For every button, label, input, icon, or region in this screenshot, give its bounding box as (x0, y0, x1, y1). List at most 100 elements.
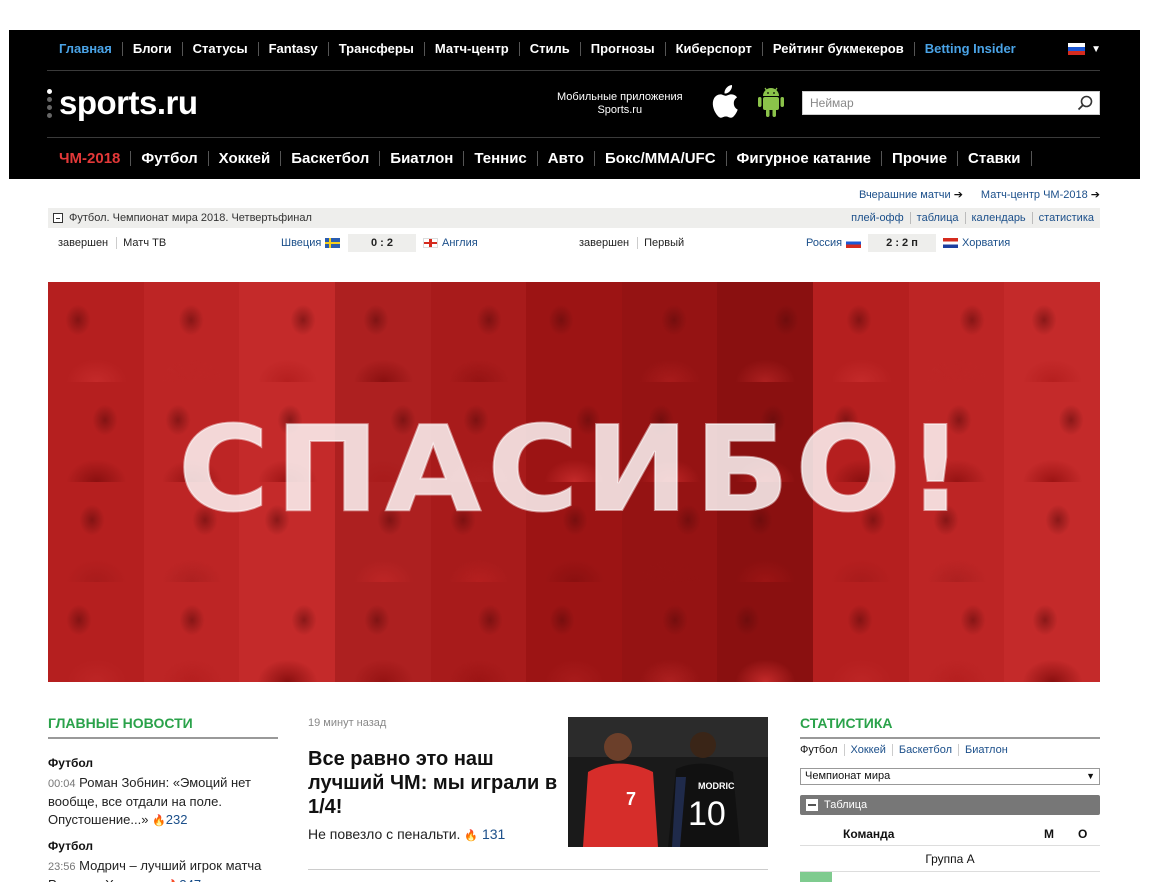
news-text-block: 23:56 Модрич – лучший игрок матча Россия… (48, 857, 278, 882)
home-team[interactable]: Россия (806, 237, 862, 249)
sport-nav-item-basketball[interactable]: Баскетбол (280, 151, 379, 166)
site-logo[interactable]: sports.ru (47, 84, 198, 122)
sport-nav-item-wc2018[interactable]: ЧМ-2018 (49, 151, 130, 166)
top-nav-item-style[interactable]: Стиль (518, 42, 580, 56)
collapse-icon[interactable] (53, 213, 63, 223)
top-nav-item-home[interactable]: Главная (49, 42, 122, 56)
top-nav-item-transfers[interactable]: Трансферы (327, 42, 424, 56)
tournament-title: Футбол. Чемпионат мира 2018. Четвертьфин… (69, 212, 312, 224)
match-status: завершен (58, 237, 118, 249)
banner-photo-tile (717, 582, 815, 682)
news-headline[interactable]: Модрич – лучший игрок матча Россия – Хор… (48, 858, 261, 882)
news-headline[interactable]: Роман Зобнин: «Эмоций нет вообще, все от… (48, 775, 251, 827)
sport-nav-item-figure-skating[interactable]: Фигурное катание (725, 151, 881, 166)
news-category: Футбол (48, 839, 94, 853)
away-team[interactable]: Хорватия (943, 237, 1010, 249)
search-icon[interactable] (1077, 95, 1093, 111)
banner-photo-tile (430, 282, 528, 382)
banner-photo-tile (48, 582, 145, 682)
logo-dots-icon (47, 88, 53, 118)
table-section-header[interactable]: Таблица (800, 795, 1100, 815)
match-row[interactable]: завершен Первый Россия 2 : 2 п Хорватия (579, 234, 1100, 252)
tournament-link-calendar[interactable]: календарь (964, 212, 1032, 224)
top-nav-item-bookmakers[interactable]: Рейтинг букмекеров (761, 42, 914, 56)
stats-tab-hockey[interactable]: Хоккей (843, 744, 892, 756)
match-score[interactable]: 0 : 2 (348, 234, 416, 252)
search-input[interactable] (803, 92, 1063, 114)
stats-tab-football[interactable]: Футбол (800, 744, 844, 756)
top-nav-item-blogs[interactable]: Блоги (121, 42, 182, 56)
tournament-select-value: Чемпионат мира (805, 770, 891, 782)
sport-nav-item-other[interactable]: Прочие (881, 151, 957, 166)
language-selector[interactable]: ▼ (1068, 43, 1101, 55)
banner-photo-tile (813, 282, 910, 382)
hero-banner[interactable]: СПАСИБО! (48, 282, 1100, 682)
top-nav: Главная Блоги Статусы Fantasy Трансферы … (49, 42, 1026, 56)
header-divider (47, 70, 1100, 71)
tournament-bar: Футбол. Чемпионат мира 2018. Четвертьфин… (48, 208, 1100, 228)
quick-links: Вчерашние матчи ➔ Матч-центр ЧМ-2018 ➔ (859, 188, 1100, 201)
russia-flag-icon (1068, 43, 1086, 55)
top-nav-item-match-center[interactable]: Матч-центр (423, 42, 519, 56)
sport-nav-item-biathlon[interactable]: Биатлон (379, 151, 463, 166)
search-box (802, 91, 1100, 115)
arrow-right-icon: ➔ (953, 189, 963, 201)
lead-photo-number-left: 7 (626, 789, 636, 809)
news-item[interactable]: Футбол 00:04 Роман Зобнин: «Эмоций нет в… (48, 756, 278, 830)
lead-time: 19 минут назад (308, 717, 387, 729)
table-row[interactable] (800, 872, 1100, 882)
banner-photo-tile (908, 282, 1006, 382)
position-badge (800, 872, 832, 882)
lead-photo[interactable]: 7 MODRIC 10 (568, 717, 768, 847)
top-nav-item-forecasts[interactable]: Прогнозы (579, 42, 665, 56)
news-time: 23:56 (48, 861, 76, 873)
stats-tab-basketball[interactable]: Баскетбол (891, 744, 958, 756)
tournament-link-playoff[interactable]: плей-офф (845, 212, 910, 224)
logo-text: sports.ru (59, 84, 198, 121)
sport-nav-item-boxing[interactable]: Бокс/MMA/UFC (593, 151, 726, 166)
croatia-flag-icon (943, 238, 958, 248)
sport-nav-item-hockey[interactable]: Хоккей (207, 151, 281, 166)
sport-nav-item-auto[interactable]: Авто (536, 151, 594, 166)
comment-count[interactable]: 232 (166, 812, 188, 827)
news-item[interactable]: Футбол 23:56 Модрич – лучший игрок матча… (48, 839, 278, 882)
england-flag-icon (423, 238, 438, 248)
match-score[interactable]: 2 : 2 п (868, 234, 936, 252)
match-center-link[interactable]: Матч-центр ЧМ-2018 ➔ (981, 188, 1100, 201)
lead-photo-number-right: 10 (688, 795, 726, 833)
sport-nav-item-football[interactable]: Футбол (130, 151, 207, 166)
banner-photo-tile (621, 282, 719, 382)
fire-icon: 🔥 (464, 830, 479, 842)
sport-nav-item-tennis[interactable]: Теннис (463, 151, 536, 166)
home-team[interactable]: Швеция (281, 237, 341, 249)
apple-icon[interactable] (709, 85, 739, 119)
fire-icon: 🔥 (152, 815, 166, 827)
banner-photo-tile (1004, 282, 1100, 382)
banner-photo-tile (1004, 582, 1100, 682)
away-team-name: Хорватия (962, 237, 1011, 249)
comment-count[interactable]: 131 (482, 826, 505, 842)
top-nav-item-fantasy[interactable]: Fantasy (257, 42, 328, 56)
column-points: О (1078, 827, 1088, 841)
tournament-link-stats[interactable]: статистика (1031, 212, 1100, 224)
banner-photo-tile (334, 582, 432, 682)
column-team: Команда (843, 827, 895, 841)
arrow-right-icon: ➔ (1090, 189, 1100, 201)
yesterday-matches-link[interactable]: Вчерашние матчи ➔ (859, 188, 963, 201)
top-nav-item-statuses[interactable]: Статусы (181, 42, 258, 56)
away-team[interactable]: Англия (423, 237, 478, 249)
sport-nav-item-betting[interactable]: Ставки (957, 151, 1032, 166)
sweden-flag-icon (325, 238, 341, 248)
stats-rule (800, 737, 1100, 739)
lead-title[interactable]: Все равно это наш лучший ЧМ: мы играли в… (308, 747, 558, 819)
tournament-select[interactable]: Чемпионат мира ▼ (800, 768, 1100, 785)
top-nav-item-esports[interactable]: Киберспорт (664, 42, 762, 56)
stats-tab-biathlon[interactable]: Биатлон (958, 744, 1014, 756)
match-row[interactable]: завершен Матч ТВ Швеция 0 : 2 Англия (58, 234, 538, 252)
collapse-icon[interactable] (806, 799, 818, 811)
tournament-link-table[interactable]: таблица (909, 212, 965, 224)
banner-photo-tile (239, 282, 336, 382)
android-icon[interactable] (757, 85, 785, 119)
comment-count[interactable]: 347 (179, 877, 201, 882)
top-nav-item-betting-insider[interactable]: Betting Insider (913, 42, 1026, 56)
